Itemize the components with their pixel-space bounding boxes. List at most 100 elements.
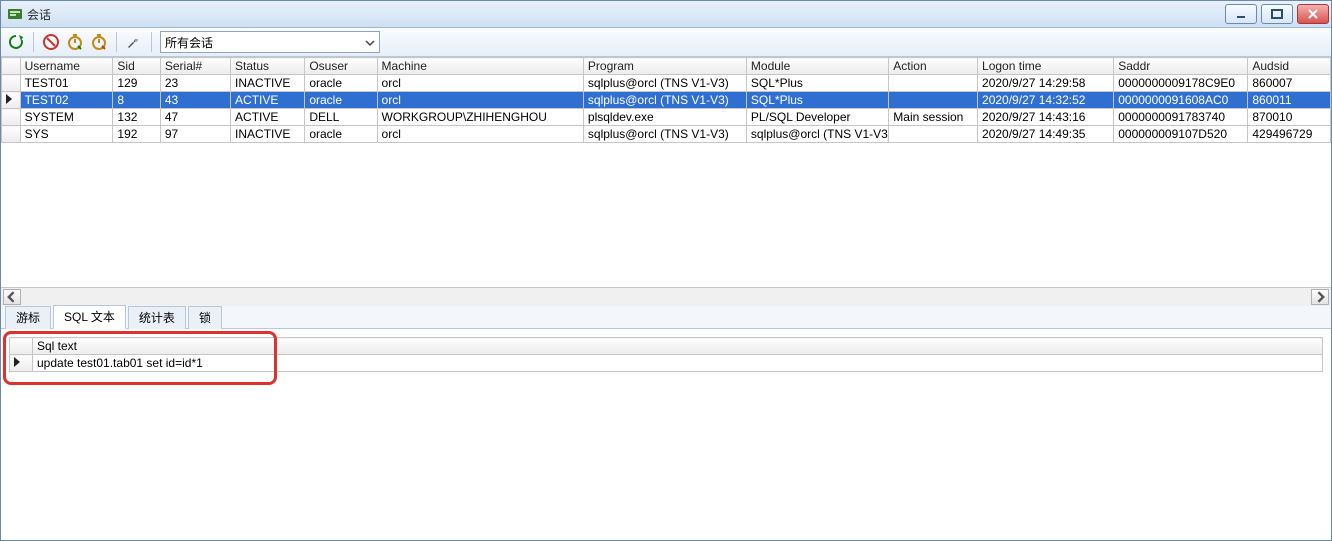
cell[interactable]: 860007 bbox=[1248, 75, 1331, 92]
sql-text-cell[interactable]: update test01.tab01 set id=id*1 bbox=[33, 355, 1323, 372]
toolbar-separator bbox=[116, 32, 117, 52]
cell[interactable]: 2020/9/27 14:29:58 bbox=[978, 75, 1114, 92]
cell[interactable]: TEST02 bbox=[20, 92, 113, 109]
timer-start-icon[interactable] bbox=[66, 33, 84, 51]
col-osuser[interactable]: Osuser bbox=[305, 58, 377, 75]
col-action[interactable]: Action bbox=[889, 58, 978, 75]
tab-统计表[interactable]: 统计表 bbox=[128, 306, 186, 329]
tab-游标[interactable]: 游标 bbox=[5, 306, 51, 329]
cell[interactable]: 97 bbox=[160, 126, 230, 143]
cell[interactable]: 129 bbox=[113, 75, 160, 92]
cell[interactable]: 870010 bbox=[1248, 109, 1331, 126]
cell[interactable]: ACTIVE bbox=[231, 92, 305, 109]
cell[interactable] bbox=[889, 126, 978, 143]
sql-col-text[interactable]: Sql text bbox=[33, 338, 1323, 355]
cell[interactable]: ACTIVE bbox=[231, 109, 305, 126]
cell[interactable]: sqlplus@orcl (TNS V1-V3) bbox=[746, 126, 888, 143]
col-saddr[interactable]: Saddr bbox=[1114, 58, 1248, 75]
sql-rowmark-header bbox=[10, 338, 33, 355]
cell[interactable]: plsqldev.exe bbox=[583, 109, 746, 126]
col-status[interactable]: Status bbox=[231, 58, 305, 75]
sql-row[interactable]: update test01.tab01 set id=id*1 bbox=[10, 355, 1323, 372]
cell[interactable]: 132 bbox=[113, 109, 160, 126]
cell[interactable]: SQL*Plus bbox=[746, 75, 888, 92]
cell[interactable]: 8 bbox=[113, 92, 160, 109]
col-audsid[interactable]: Audsid bbox=[1248, 58, 1331, 75]
cell[interactable]: 860011 bbox=[1248, 92, 1331, 109]
refresh-icon[interactable] bbox=[7, 33, 25, 51]
grid-header-row: Username Sid Serial# Status Osuser Machi… bbox=[2, 58, 1331, 75]
cell[interactable]: WORKGROUP\ZHIHENGHOU bbox=[377, 109, 583, 126]
sessions-grid-area: Username Sid Serial# Status Osuser Machi… bbox=[1, 57, 1331, 287]
cell[interactable]: 2020/9/27 14:32:52 bbox=[978, 92, 1114, 109]
cell[interactable]: 000000009107D520 bbox=[1114, 126, 1248, 143]
cell[interactable]: 2020/9/27 14:49:35 bbox=[978, 126, 1114, 143]
cell[interactable]: SYSTEM bbox=[20, 109, 113, 126]
col-sid[interactable]: Sid bbox=[113, 58, 160, 75]
table-row[interactable]: TEST02843ACTIVEoracleorclsqlplus@orcl (T… bbox=[2, 92, 1331, 109]
sql-text-grid[interactable]: Sql text update test01.tab01 set id=id*1 bbox=[9, 337, 1323, 372]
cell[interactable]: orcl bbox=[377, 75, 583, 92]
col-machine[interactable]: Machine bbox=[377, 58, 583, 75]
col-serial[interactable]: Serial# bbox=[160, 58, 230, 75]
col-module[interactable]: Module bbox=[746, 58, 888, 75]
col-program[interactable]: Program bbox=[583, 58, 746, 75]
stop-icon[interactable] bbox=[42, 33, 60, 51]
session-filter-select[interactable]: 所有会话 bbox=[160, 31, 380, 53]
col-logontime[interactable]: Logon time bbox=[978, 58, 1114, 75]
cell[interactable]: 429496729 bbox=[1248, 126, 1331, 143]
cell[interactable]: INACTIVE bbox=[231, 75, 305, 92]
row-marker bbox=[2, 126, 21, 143]
session-filter-label: 所有会话 bbox=[165, 34, 213, 51]
detail-tabs: 游标SQL 文本统计表锁 bbox=[1, 306, 1331, 329]
toolbar-separator bbox=[151, 32, 152, 52]
cell[interactable]: 23 bbox=[160, 75, 230, 92]
cell[interactable]: Main session bbox=[889, 109, 978, 126]
wrench-icon[interactable] bbox=[125, 33, 143, 51]
cell[interactable] bbox=[889, 92, 978, 109]
sessions-scrollbar[interactable] bbox=[1, 287, 1331, 306]
minimize-button[interactable] bbox=[1225, 4, 1257, 24]
row-marker bbox=[2, 92, 21, 109]
table-row[interactable]: SYS19297INACTIVEoracleorclsqlplus@orcl (… bbox=[2, 126, 1331, 143]
col-username[interactable]: Username bbox=[20, 58, 113, 75]
cell[interactable]: 0000000091608AC0 bbox=[1114, 92, 1248, 109]
scroll-right-icon[interactable] bbox=[1311, 289, 1329, 305]
row-marker bbox=[10, 355, 33, 372]
cell[interactable]: 47 bbox=[160, 109, 230, 126]
cell[interactable]: oracle bbox=[305, 126, 377, 143]
cell[interactable]: 2020/9/27 14:43:16 bbox=[978, 109, 1114, 126]
cell[interactable]: sqlplus@orcl (TNS V1-V3) bbox=[583, 126, 746, 143]
cell[interactable]: SYS bbox=[20, 126, 113, 143]
timer-stop-icon[interactable] bbox=[90, 33, 108, 51]
toolbar: 所有会话 bbox=[1, 28, 1331, 57]
cell[interactable]: sqlplus@orcl (TNS V1-V3) bbox=[583, 75, 746, 92]
cell[interactable]: orcl bbox=[377, 126, 583, 143]
cell[interactable]: oracle bbox=[305, 92, 377, 109]
cell[interactable]: sqlplus@orcl (TNS V1-V3) bbox=[583, 92, 746, 109]
cell[interactable]: TEST01 bbox=[20, 75, 113, 92]
cell[interactable]: oracle bbox=[305, 75, 377, 92]
chevron-down-icon bbox=[365, 37, 375, 47]
sessions-grid[interactable]: Username Sid Serial# Status Osuser Machi… bbox=[1, 57, 1331, 143]
cell[interactable]: 192 bbox=[113, 126, 160, 143]
tab-SQL 文本[interactable]: SQL 文本 bbox=[53, 305, 126, 329]
cell[interactable]: DELL bbox=[305, 109, 377, 126]
row-marker bbox=[2, 109, 21, 126]
cell[interactable]: INACTIVE bbox=[231, 126, 305, 143]
close-button[interactable] bbox=[1297, 4, 1329, 24]
cell[interactable] bbox=[889, 75, 978, 92]
titlebar[interactable]: 会话 bbox=[1, 1, 1331, 28]
cell[interactable]: 0000000009178C9E0 bbox=[1114, 75, 1248, 92]
table-row[interactable]: TEST0112923INACTIVEoracleorclsqlplus@orc… bbox=[2, 75, 1331, 92]
table-row[interactable]: SYSTEM13247ACTIVEDELLWORKGROUP\ZHIHENGHO… bbox=[2, 109, 1331, 126]
cell[interactable]: 0000000091783740 bbox=[1114, 109, 1248, 126]
maximize-button[interactable] bbox=[1261, 4, 1293, 24]
toolbar-separator bbox=[33, 32, 34, 52]
tab-锁[interactable]: 锁 bbox=[188, 306, 222, 329]
cell[interactable]: 43 bbox=[160, 92, 230, 109]
cell[interactable]: orcl bbox=[377, 92, 583, 109]
scroll-left-icon[interactable] bbox=[3, 289, 21, 305]
cell[interactable]: SQL*Plus bbox=[746, 92, 888, 109]
cell[interactable]: PL/SQL Developer bbox=[746, 109, 888, 126]
